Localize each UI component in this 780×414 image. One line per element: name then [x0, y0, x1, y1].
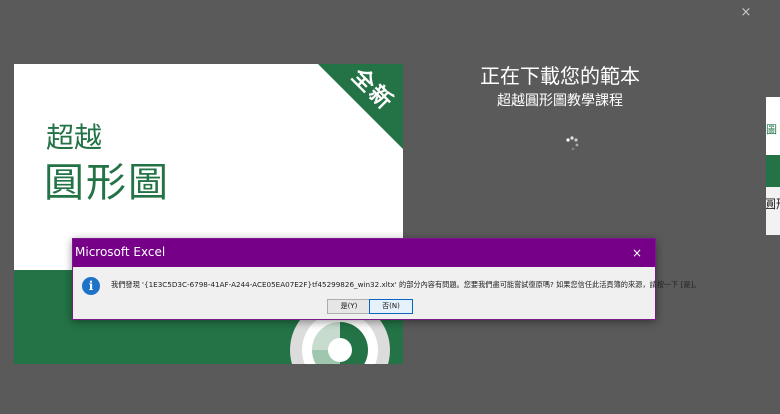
dialog-titlebar[interactable]: Microsoft Excel ×: [73, 239, 655, 267]
side-card-text: 圖: [766, 123, 777, 136]
download-subtitle: 超越圓形圖教學課程: [497, 93, 623, 109]
download-title: 正在下載您的範本: [480, 64, 640, 88]
template-title-large: 圓形圖: [44, 160, 170, 206]
dialog-message: 我們發現 '{1E3C5D3C-6798-41AF-A244-ACE05EA07…: [111, 280, 701, 289]
close-icon[interactable]: ×: [738, 5, 754, 21]
no-button[interactable]: 否(N): [369, 299, 413, 314]
next-template-card[interactable]: 圖 圓形: [766, 97, 780, 235]
loading-spinner-icon: [566, 136, 579, 151]
yes-button[interactable]: 是(Y): [327, 299, 371, 314]
dialog-title: Microsoft Excel: [75, 245, 166, 259]
error-dialog: Microsoft Excel × i 我們發現 '{1E3C5D3C-6798…: [72, 238, 701, 320]
dialog-close-icon[interactable]: ×: [629, 245, 645, 261]
info-icon: i: [82, 277, 100, 295]
side-card-label: 圓形: [766, 197, 780, 211]
